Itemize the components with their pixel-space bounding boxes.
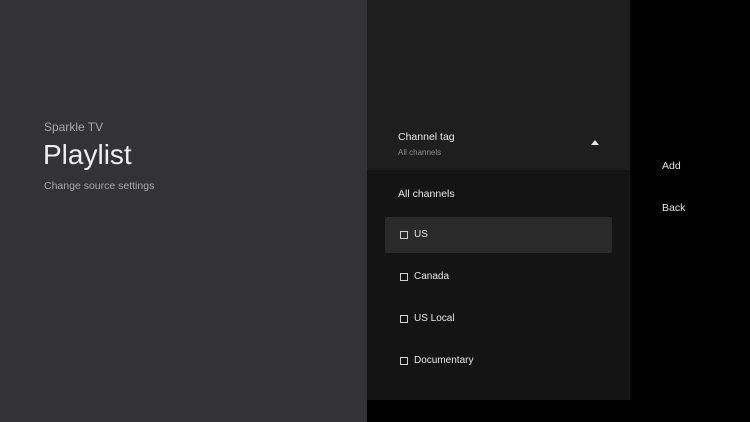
channel-tag-dropdown[interactable]: Channel tag All channels <box>367 120 630 168</box>
actions-panel: Add Back <box>630 0 750 422</box>
back-button[interactable]: Back <box>650 192 740 222</box>
option-label: All channels <box>398 188 455 200</box>
option-label: Documentary <box>414 355 474 366</box>
option-us-local[interactable]: US Local <box>385 301 612 337</box>
page-title: Playlist <box>43 139 132 170</box>
option-us[interactable]: US <box>385 217 612 253</box>
checkbox-icon <box>400 315 408 323</box>
option-canada[interactable]: Canada <box>385 259 612 295</box>
checkbox-icon <box>400 231 408 239</box>
settings-panel: Channel tag All channels All channels US… <box>367 0 630 422</box>
page-subtitle: Change source settings <box>44 180 155 192</box>
tv-settings-screen: Sparkle TV Playlist Change source settin… <box>0 0 750 422</box>
channel-tag-value: All channels <box>398 148 442 157</box>
channel-tag-label: Channel tag <box>398 131 455 143</box>
option-label: Canada <box>414 271 450 282</box>
back-button-label: Back <box>662 202 686 214</box>
option-documentary[interactable]: Documentary <box>385 343 612 379</box>
app-name: Sparkle TV <box>44 120 104 134</box>
guidance-panel: Sparkle TV Playlist Change source settin… <box>0 0 367 422</box>
checkbox-icon <box>400 273 408 281</box>
add-button-label: Add <box>662 160 681 172</box>
option-label: US Local <box>414 313 455 324</box>
option-label: US <box>414 229 428 240</box>
checkbox-icon <box>400 357 408 365</box>
caret-up-icon <box>591 140 599 145</box>
add-button[interactable]: Add <box>650 150 740 180</box>
option-all-channels[interactable]: All channels <box>385 177 612 211</box>
